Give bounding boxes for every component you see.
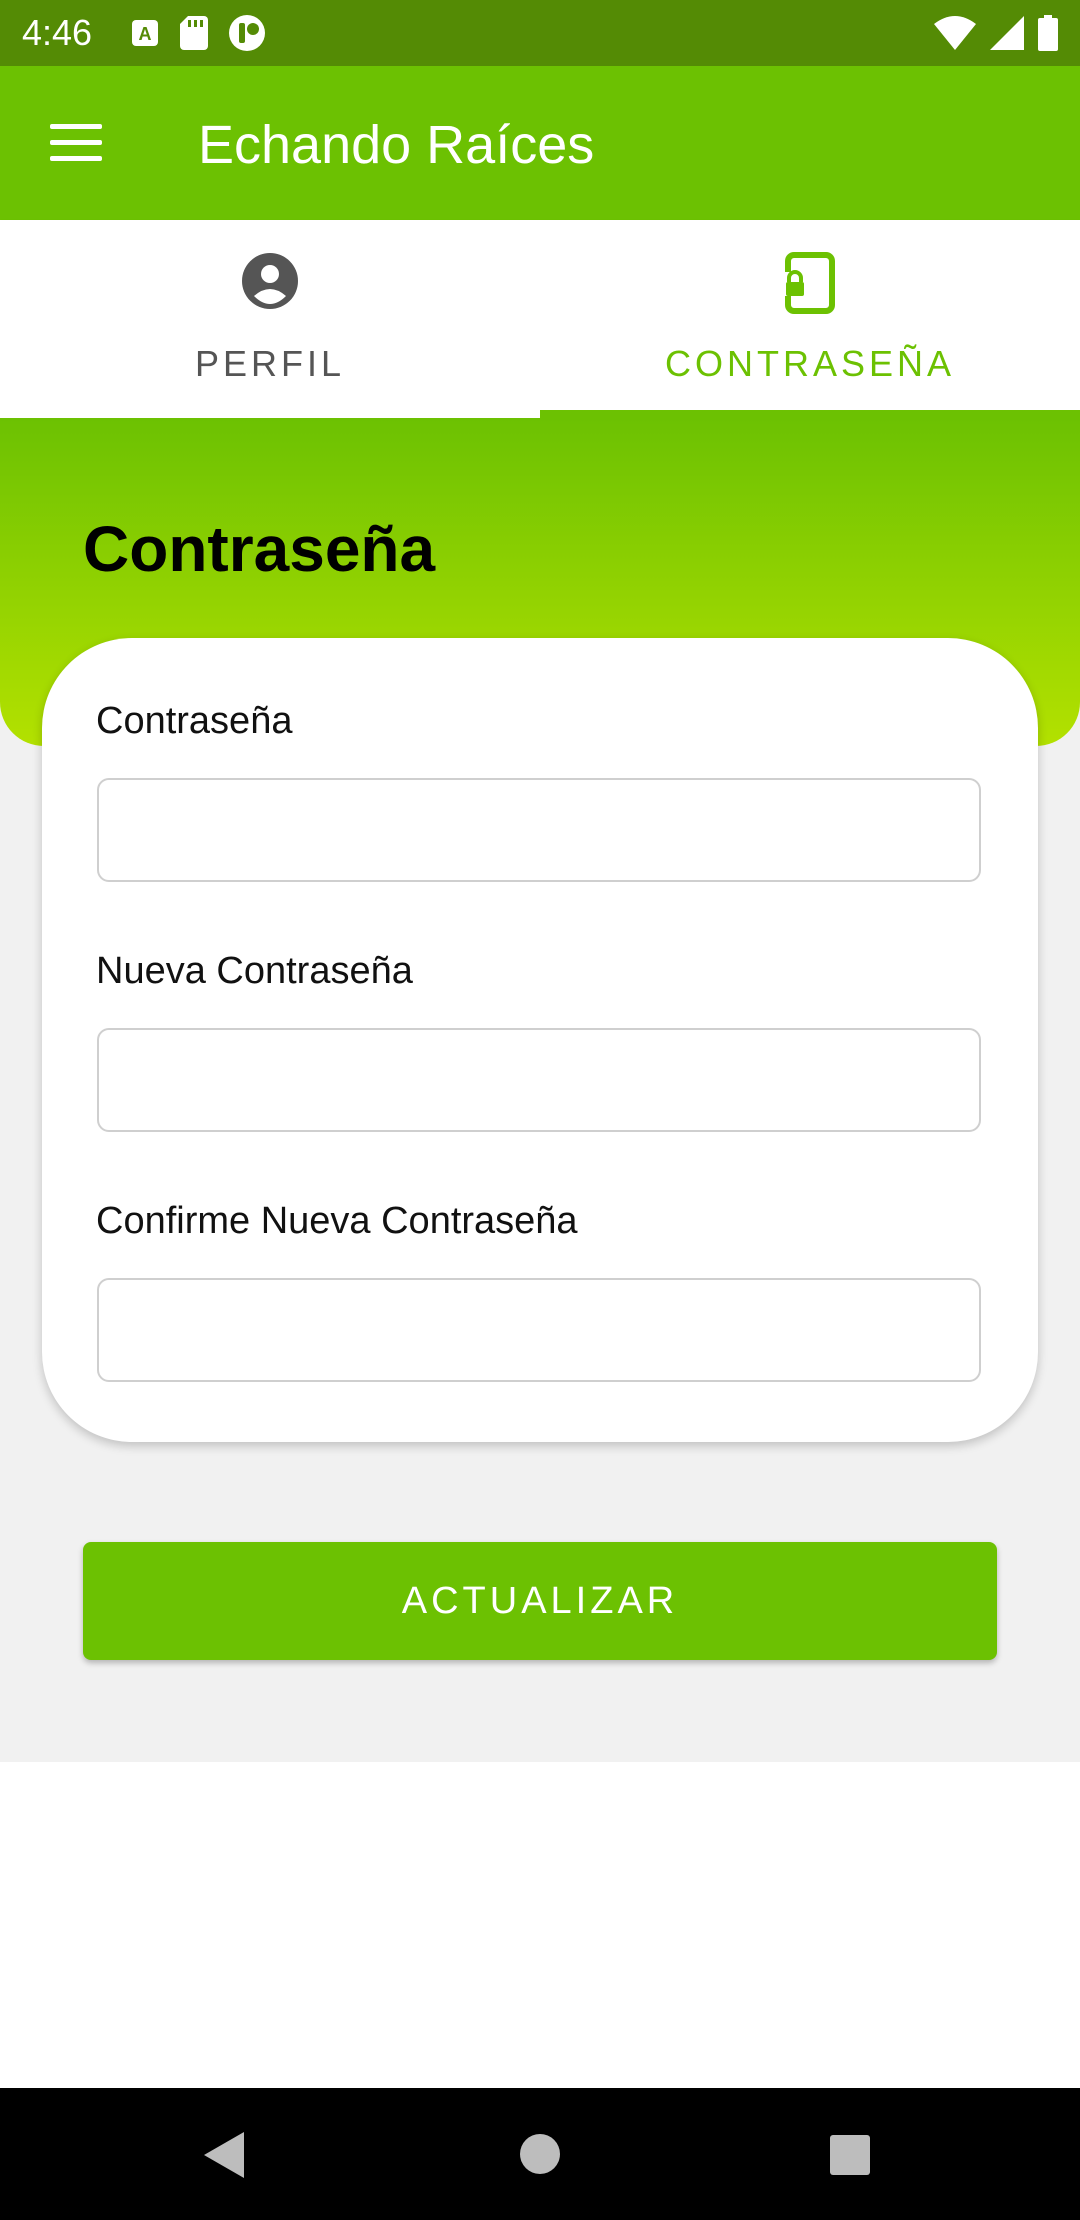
tab-contrasena-label: CONTRASEÑA	[664, 343, 956, 384]
status-icons-left: A	[130, 14, 266, 52]
new-password-input[interactable]	[97, 1028, 981, 1132]
confirm-password-input[interactable]	[97, 1278, 981, 1382]
wifi-icon	[934, 16, 976, 50]
home-icon[interactable]	[519, 2133, 561, 2175]
tab-perfil-label: PERFIL	[194, 343, 346, 384]
signal-icon	[990, 16, 1024, 50]
tab-perfil[interactable]: PERFIL	[0, 220, 540, 418]
system-nav-bar	[0, 2088, 1080, 2220]
status-bar: 4:46 A	[0, 0, 1080, 66]
phone-lock-icon	[785, 252, 835, 314]
current-password-label: Contraseña	[96, 700, 293, 742]
a-notification-icon: A	[132, 20, 158, 46]
app-notification-icon	[229, 15, 265, 51]
password-form-card: Contraseña Nueva Contraseña Confirme Nue…	[42, 638, 1038, 1442]
content-area: Contraseña Contraseña Nueva Contraseña C…	[0, 418, 1080, 1762]
tab-bar: PERFIL CONTRASEÑA	[0, 220, 1080, 418]
battery-icon	[1038, 15, 1058, 51]
new-password-label: Nueva Contraseña	[96, 950, 413, 992]
section-title: Contraseña	[83, 513, 436, 585]
current-password-input[interactable]	[97, 778, 981, 882]
menu-icon[interactable]	[50, 124, 104, 162]
sd-card-icon	[180, 16, 208, 50]
recents-icon[interactable]	[830, 2135, 870, 2175]
app-bar: Echando Raíces	[0, 66, 1080, 220]
status-icons-right	[934, 14, 1058, 52]
tab-contrasena[interactable]: CONTRASEÑA	[540, 220, 1080, 418]
svg-text:A: A	[139, 24, 152, 44]
confirm-password-label: Confirme Nueva Contraseña	[96, 1200, 578, 1242]
update-button[interactable]: ACTUALIZAR	[83, 1542, 997, 1660]
app-title: Echando Raíces	[198, 115, 595, 175]
active-tab-indicator	[540, 410, 1080, 418]
back-icon[interactable]	[204, 2132, 246, 2178]
account-circle-icon	[242, 253, 298, 309]
status-time: 4:46	[22, 12, 93, 53]
